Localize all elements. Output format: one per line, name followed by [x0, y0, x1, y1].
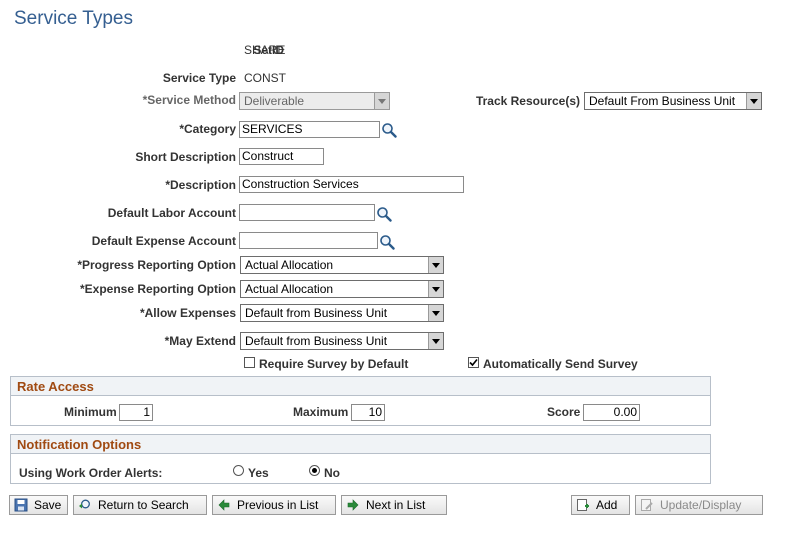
description-label: *Description [165, 178, 236, 192]
previous-in-list-label: Previous in List [237, 498, 319, 512]
next-in-list-icon [347, 499, 359, 511]
dropdown-arrow-icon[interactable] [428, 333, 443, 349]
return-to-search-icon [79, 499, 90, 509]
auto-send-survey-label: Automatically Send Survey [483, 357, 638, 371]
lookup-icon[interactable] [376, 206, 392, 222]
allow-expenses-value: Default from Business Unit [245, 306, 388, 320]
track-resources-value: Default From Business Unit [589, 94, 736, 108]
dropdown-arrow-icon [374, 93, 389, 109]
add-button[interactable]: Add [571, 495, 630, 515]
previous-in-list-button[interactable]: Previous in List [212, 495, 336, 515]
previous-in-list-icon [218, 499, 230, 511]
lookup-icon[interactable] [379, 234, 395, 250]
next-in-list-label: Next in List [366, 498, 426, 512]
notification-options-header: Notification Options [11, 435, 710, 454]
require-survey-label: Require Survey by Default [259, 357, 409, 371]
expense-reporting-label: *Expense Reporting Option [79, 282, 236, 296]
score-input[interactable]: 0.00 [583, 404, 640, 421]
default-labor-account-input[interactable] [239, 204, 375, 221]
checkmark-icon [469, 358, 478, 367]
dropdown-arrow-icon[interactable] [428, 257, 443, 273]
save-icon [14, 498, 28, 512]
may-extend-value: Default from Business Unit [245, 334, 388, 348]
default-expense-account-label: Default Expense Account [91, 234, 236, 248]
update-display-button: Update/Display [635, 495, 763, 515]
short-description-label: Short Description [135, 150, 236, 164]
category-label: *Category [179, 122, 236, 136]
work-order-alerts-label: Using Work Order Alerts: [19, 466, 163, 480]
page-title: Service Types [14, 8, 133, 29]
alerts-yes-label: Yes [248, 466, 269, 480]
add-label: Add [596, 498, 618, 512]
default-labor-account-label: Default Labor Account [107, 206, 236, 220]
track-resources-label: Track Resource(s) [475, 94, 580, 108]
add-icon [577, 499, 589, 511]
expense-reporting-select[interactable]: Actual Allocation [240, 280, 444, 298]
save-button[interactable]: Save [9, 495, 68, 515]
allow-expenses-select[interactable]: Default from Business Unit [240, 304, 444, 322]
service-method-value: Deliverable [244, 94, 305, 108]
require-survey-checkbox[interactable] [244, 357, 255, 368]
setid-value: SHARE [244, 43, 286, 57]
dropdown-arrow-icon[interactable] [746, 93, 761, 109]
rate-access-header: Rate Access [11, 377, 710, 396]
update-display-icon [641, 499, 653, 511]
progress-reporting-select[interactable]: Actual Allocation [240, 256, 444, 274]
maximum-input[interactable]: 10 [351, 404, 385, 421]
track-resources-select[interactable]: Default From Business Unit [584, 92, 762, 110]
description-input[interactable]: Construction Services [239, 176, 464, 193]
score-label: Score [547, 405, 581, 419]
expense-reporting-value: Actual Allocation [245, 282, 334, 296]
service-method-label: *Service Method [142, 93, 236, 107]
auto-send-survey-checkbox[interactable] [468, 357, 479, 368]
update-display-label: Update/Display [660, 498, 742, 512]
may-extend-label: *May Extend [164, 334, 236, 348]
may-extend-select[interactable]: Default from Business Unit [240, 332, 444, 350]
dropdown-arrow-icon[interactable] [428, 281, 443, 297]
category-input[interactable]: SERVICES [239, 121, 380, 138]
service-type-label: Service Type [162, 71, 236, 85]
dropdown-arrow-icon[interactable] [428, 305, 443, 321]
next-in-list-button[interactable]: Next in List [341, 495, 447, 515]
progress-reporting-value: Actual Allocation [245, 258, 334, 272]
return-to-search-button[interactable]: Return to Search [73, 495, 207, 515]
service-type-value: CONST [244, 71, 286, 85]
default-expense-account-input[interactable] [239, 232, 378, 249]
service-method-select: Deliverable [239, 92, 390, 110]
save-label: Save [34, 498, 62, 512]
lookup-icon[interactable] [381, 122, 397, 138]
alerts-yes-radio[interactable] [233, 465, 244, 476]
alerts-no-radio[interactable] [309, 465, 320, 476]
return-to-search-label: Return to Search [98, 498, 189, 512]
minimum-input[interactable]: 1 [119, 404, 153, 421]
allow-expenses-label: *Allow Expenses [139, 306, 236, 320]
minimum-label: Minimum [64, 405, 117, 419]
alerts-no-label: No [324, 466, 340, 480]
maximum-label: Maximum [293, 405, 349, 419]
short-description-input[interactable]: Construct [239, 148, 324, 165]
progress-reporting-label: *Progress Reporting Option [77, 258, 236, 272]
